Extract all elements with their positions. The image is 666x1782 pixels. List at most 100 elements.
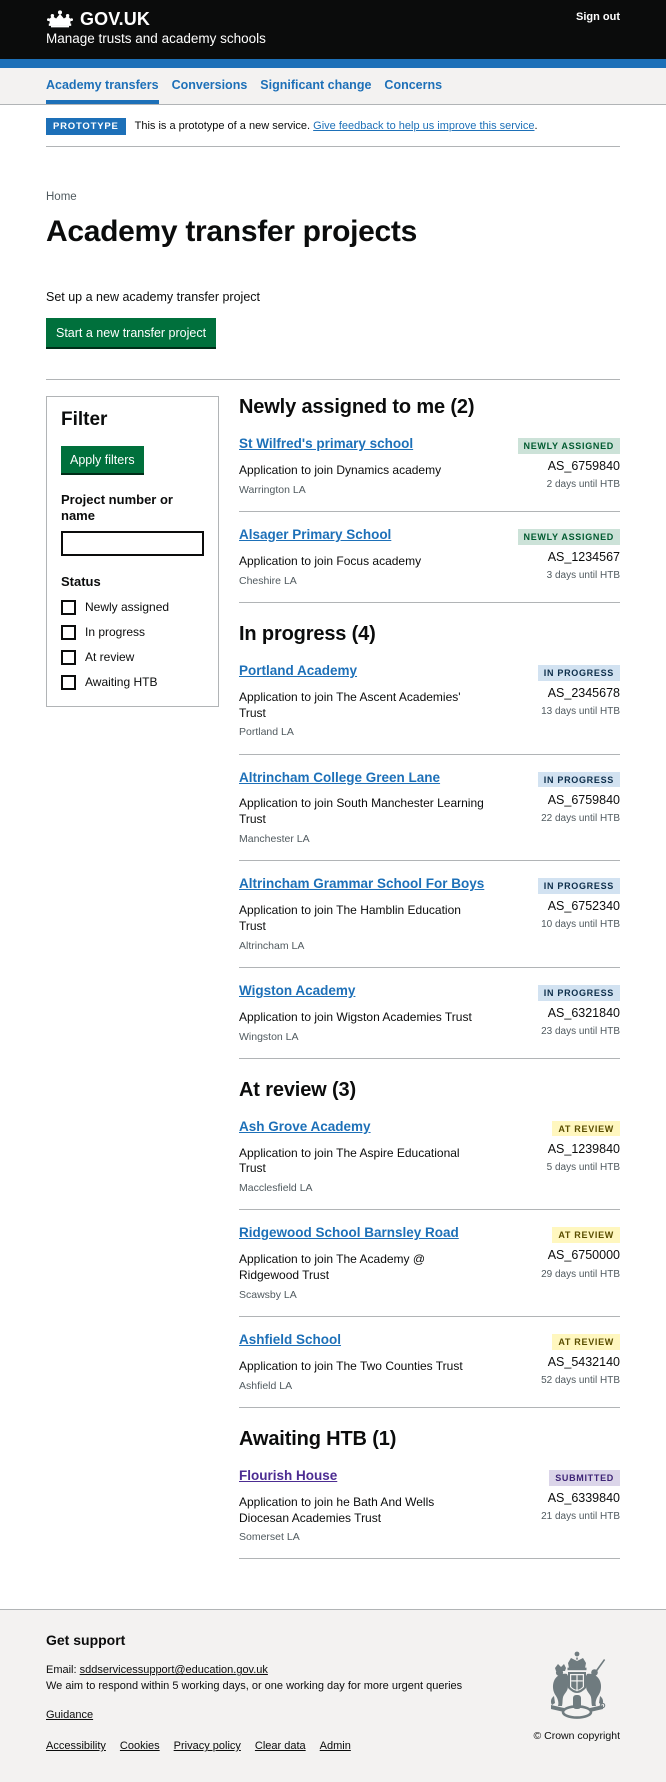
project-reference: AS_2345678 bbox=[547, 685, 620, 700]
nav-item-concerns[interactable]: Concerns bbox=[384, 78, 442, 104]
project-meta: NEWLY ASSIGNED AS_1234567 3 days until H… bbox=[517, 526, 620, 582]
status-badge: IN PROGRESS bbox=[537, 878, 620, 894]
project-details: Altrincham Grammar School For Boys Appli… bbox=[239, 875, 528, 953]
project-reference: AS_6339840 bbox=[547, 1490, 620, 1505]
project-meta: AT REVIEW AS_6750000 29 days until HTB bbox=[541, 1224, 620, 1280]
project-reference: AS_6752340 bbox=[547, 899, 620, 914]
footer-link-privacy-policy[interactable]: Privacy policy bbox=[174, 1740, 241, 1752]
crown-icon bbox=[46, 9, 74, 28]
project-link[interactable]: Portland Academy bbox=[239, 663, 357, 680]
section-awaiting-htb: Awaiting HTB (1) Flourish House Applicat… bbox=[239, 1428, 620, 1560]
feedback-link[interactable]: Give feedback to help us improve this se… bbox=[313, 120, 534, 132]
apply-filters-button[interactable]: Apply filters bbox=[61, 446, 144, 476]
phase-banner-wrapper: PROTOTYPE This is a prototype of a new s… bbox=[46, 105, 620, 148]
checkbox-in-progress[interactable] bbox=[61, 624, 76, 640]
project-meta: IN PROGRESS AS_6752340 10 days until HTB bbox=[537, 875, 620, 931]
project-meta: AT REVIEW AS_1239840 5 days until HTB bbox=[547, 1118, 620, 1174]
filter-checkbox-in-progress[interactable]: In progress bbox=[61, 624, 204, 640]
start-new-transfer-project-button[interactable]: Start a new transfer project bbox=[46, 318, 217, 350]
project-due: 3 days until HTB bbox=[546, 570, 620, 582]
checkbox-newly-assigned[interactable] bbox=[61, 599, 76, 615]
breadcrumb-item-home[interactable]: Home bbox=[46, 191, 77, 203]
filter-checkbox-at-review[interactable]: At review bbox=[61, 649, 204, 665]
project-link[interactable]: Wigston Academy bbox=[239, 983, 355, 1000]
project-meta: NEWLY ASSIGNED AS_6759840 2 days until H… bbox=[517, 435, 620, 491]
project-meta: AT REVIEW AS_5432140 52 days until HTB bbox=[541, 1331, 620, 1387]
project-link[interactable]: Ash Grove Academy bbox=[239, 1119, 371, 1136]
project-local-authority: Somerset LA bbox=[239, 1531, 300, 1544]
status-filter-label: Status bbox=[61, 574, 101, 590]
footer-inner: Get support Email: sddservicessupport@ed… bbox=[46, 1632, 620, 1752]
project-due: 21 days until HTB bbox=[541, 1511, 620, 1523]
guidance-link[interactable]: Guidance bbox=[46, 1709, 93, 1721]
project-local-authority: Wingston LA bbox=[239, 1030, 299, 1043]
project-reference: AS_6321840 bbox=[547, 1005, 620, 1020]
project-details: Alsager Primary School Application to jo… bbox=[239, 526, 508, 588]
project-link[interactable]: Altrincham Grammar School For Boys bbox=[239, 876, 484, 893]
filter-checkbox-newly-assigned[interactable]: Newly assigned bbox=[61, 599, 204, 615]
status-badge: SUBMITTED bbox=[549, 1469, 620, 1486]
footer-link-cookies[interactable]: Cookies bbox=[120, 1740, 160, 1752]
checkbox-label-in-progress[interactable]: In progress bbox=[85, 625, 145, 639]
nav-item-conversions[interactable]: Conversions bbox=[172, 78, 248, 104]
section-title: In progress (4) bbox=[239, 622, 376, 645]
sign-out-link[interactable]: Sign out bbox=[576, 11, 620, 23]
project-link[interactable]: Ashfield School bbox=[239, 1332, 341, 1349]
project-details: Portland Academy Application to join The… bbox=[239, 662, 528, 740]
section-at-review: At review (3) Ash Grove Academy Applicat… bbox=[239, 1079, 620, 1408]
footer-title: Get support bbox=[46, 1632, 126, 1649]
project-description: Application to join South Manchester Lea… bbox=[239, 796, 484, 827]
checkbox-awaiting-htb[interactable] bbox=[61, 674, 76, 690]
project-number-or-name-input[interactable] bbox=[61, 531, 204, 557]
project-description: Application to join The Academy @ Ridgew… bbox=[239, 1252, 426, 1283]
project-local-authority: Warrington LA bbox=[239, 483, 306, 496]
project-row: Ashfield School Application to join The … bbox=[239, 1331, 620, 1408]
checkbox-label-at-review[interactable]: At review bbox=[85, 650, 134, 664]
phase-text-body: This is a prototype of a new service. bbox=[134, 120, 311, 133]
project-number-or-name-label: Project number or name bbox=[61, 492, 173, 523]
project-meta: SUBMITTED AS_6339840 21 days until HTB bbox=[541, 1467, 620, 1523]
checkbox-at-review[interactable] bbox=[61, 649, 76, 665]
project-meta: IN PROGRESS AS_6321840 23 days until HTB bbox=[537, 982, 620, 1038]
project-link[interactable]: Altrincham College Green Lane bbox=[239, 770, 440, 787]
project-link[interactable]: St Wilfred's primary school bbox=[239, 436, 413, 453]
footer-link-clear-data[interactable]: Clear data bbox=[255, 1740, 306, 1752]
project-description: Application to join The Ascent Academies… bbox=[239, 689, 461, 720]
project-due: 22 days until HTB bbox=[541, 812, 620, 824]
footer-link-accessibility[interactable]: Accessibility bbox=[46, 1740, 106, 1752]
project-row: Wigston Academy Application to join Wigs… bbox=[239, 982, 620, 1059]
govuk-logo[interactable]: GOV.UK bbox=[46, 9, 620, 28]
project-link[interactable]: Alsager Primary School bbox=[239, 527, 391, 544]
project-due: 13 days until HTB bbox=[541, 706, 620, 718]
project-reference: AS_6759840 bbox=[547, 459, 620, 474]
project-description: Application to join The Aspire Education… bbox=[239, 1145, 460, 1176]
status-badge: AT REVIEW bbox=[552, 1227, 620, 1244]
project-due: 10 days until HTB bbox=[541, 919, 620, 931]
project-reference: AS_5432140 bbox=[547, 1354, 620, 1369]
brand-name: GOV.UK bbox=[80, 8, 150, 29]
footer-link-admin[interactable]: Admin bbox=[320, 1740, 351, 1752]
filter-column: Filter Apply filters Project number or n… bbox=[46, 396, 219, 707]
project-description: Application to join Dynamics academy bbox=[239, 463, 442, 478]
project-description: Application to join The Hamblin Educatio… bbox=[239, 903, 461, 933]
footer-crest-block: © Crown copyright bbox=[533, 1632, 620, 1743]
project-local-authority: Macclesfield LA bbox=[239, 1182, 313, 1195]
checkbox-label-newly-assigned[interactable]: Newly assigned bbox=[85, 600, 169, 614]
nav-item-significant-change[interactable]: Significant change bbox=[260, 78, 371, 104]
intro-text: Set up a new academy transfer project bbox=[46, 289, 261, 304]
project-link[interactable]: Flourish House bbox=[239, 1468, 337, 1485]
nav-item-academy-transfers[interactable]: Academy transfers bbox=[46, 78, 159, 104]
royal-coat-of-arms-icon bbox=[534, 1648, 620, 1722]
project-row: Flourish House Application to join he Ba… bbox=[239, 1467, 620, 1560]
status-badge: IN PROGRESS bbox=[537, 664, 620, 681]
project-local-authority: Portland LA bbox=[239, 726, 294, 739]
project-details: St Wilfred's primary school Application … bbox=[239, 435, 508, 497]
project-link[interactable]: Ridgewood School Barnsley Road bbox=[239, 1225, 459, 1242]
support-email-link[interactable]: sddservicessupport@education.gov.uk bbox=[80, 1664, 268, 1676]
section-in-progress: In progress (4) Portland Academy Applica… bbox=[239, 623, 620, 1059]
project-description: Application to join The Two Counties Tru… bbox=[239, 1358, 463, 1373]
filter-checkbox-awaiting-htb[interactable]: Awaiting HTB bbox=[61, 674, 204, 690]
project-details: Altrincham College Green Lane Applicatio… bbox=[239, 769, 528, 847]
checkbox-label-awaiting-htb[interactable]: Awaiting HTB bbox=[85, 675, 157, 689]
project-details: Ash Grove Academy Application to join Th… bbox=[239, 1118, 537, 1196]
